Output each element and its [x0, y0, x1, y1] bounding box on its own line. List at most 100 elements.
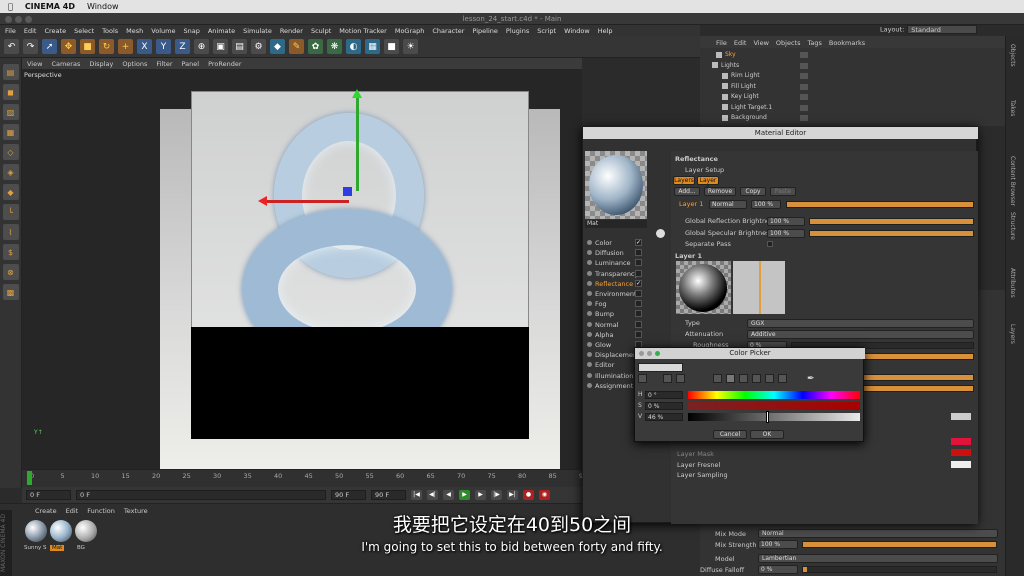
- mixer-mode-icon[interactable]: [752, 374, 761, 383]
- menu-item[interactable]: Window: [564, 27, 590, 35]
- object-row[interactable]: Rim Light: [712, 71, 1002, 81]
- goto-start-icon[interactable]: |◀: [411, 490, 422, 500]
- menu-item[interactable]: Animate: [208, 27, 235, 35]
- menu-item[interactable]: Snap: [183, 27, 199, 35]
- coord-system-icon[interactable]: ⊕: [194, 39, 209, 54]
- kelvin-mode-icon[interactable]: [739, 374, 748, 383]
- layout-selector[interactable]: Layout: Standard: [880, 25, 978, 34]
- channel-checkbox[interactable]: [635, 290, 642, 297]
- channel-checkbox[interactable]: [635, 310, 642, 318]
- menu-item[interactable]: Tools: [102, 27, 118, 35]
- camera-icon[interactable]: ■: [384, 39, 399, 54]
- global-reflection-field[interactable]: 100 %: [767, 217, 805, 226]
- layer-mask-header[interactable]: Layer Mask: [677, 449, 714, 459]
- visibility-dots-icon[interactable]: [800, 104, 808, 111]
- side-tab[interactable]: Structure: [1009, 212, 1016, 240]
- deformer-icon[interactable]: ◐: [346, 39, 361, 54]
- current-frame-field[interactable]: 0 F: [26, 490, 71, 500]
- object-menu-item[interactable]: Tags: [807, 39, 821, 48]
- hsv-mode-icon[interactable]: [726, 374, 735, 383]
- object-row[interactable]: Sky: [712, 50, 1002, 60]
- value-slider-handle[interactable]: [766, 411, 770, 423]
- workplane-icon[interactable]: ▦: [2, 124, 19, 140]
- timeline[interactable]: 051015202530354045505560657075808590: [22, 469, 587, 487]
- polygons-mode-icon[interactable]: ◆: [2, 184, 19, 200]
- viewport[interactable]: Perspective Y↑: [22, 69, 582, 469]
- object-row[interactable]: Lights: [712, 61, 1002, 71]
- menu-item[interactable]: Help: [598, 27, 613, 35]
- scale-tool-icon[interactable]: ■: [80, 39, 95, 54]
- saturation-slider[interactable]: [688, 402, 860, 410]
- menu-item[interactable]: Mesh: [126, 27, 143, 35]
- material-preview-sphere[interactable]: [589, 155, 643, 215]
- object-row[interactable]: Light Target.1: [712, 103, 1002, 113]
- object-menu-item[interactable]: View: [753, 39, 768, 48]
- image-picker-icon[interactable]: [676, 374, 685, 383]
- object-menu-item[interactable]: Edit: [734, 39, 747, 48]
- layer-name[interactable]: Layer 1: [679, 199, 703, 209]
- channel-checkbox[interactable]: ✓: [635, 239, 642, 246]
- layer-opacity-slider[interactable]: [786, 201, 974, 208]
- menu-item[interactable]: Sculpt: [311, 27, 331, 35]
- zoom-dot-icon[interactable]: [655, 351, 660, 356]
- layer-fresnel-header[interactable]: Layer Fresnel: [677, 460, 720, 470]
- rotate-tool-icon[interactable]: ↻: [99, 39, 114, 54]
- visibility-dots-icon[interactable]: [800, 115, 808, 121]
- play-icon[interactable]: ▶: [459, 490, 470, 500]
- step-forward-icon[interactable]: ▶: [475, 490, 486, 500]
- z-axis-handle[interactable]: [343, 187, 352, 196]
- rgb-mode-icon[interactable]: [713, 374, 722, 383]
- channel-checkbox[interactable]: [635, 269, 642, 277]
- saturation-field[interactable]: 0 %: [645, 402, 683, 410]
- hue-field[interactable]: 0 °: [645, 391, 683, 399]
- viewport-menu-item[interactable]: ProRender: [208, 60, 241, 68]
- zoom-dot-icon[interactable]: [25, 16, 32, 23]
- playhead[interactable]: [27, 471, 32, 485]
- global-specular-field[interactable]: 100 %: [767, 229, 805, 238]
- prev-key-icon[interactable]: ◀|: [427, 490, 438, 500]
- next-key-icon[interactable]: |▶: [491, 490, 502, 500]
- spectrum-icon[interactable]: [663, 374, 672, 383]
- viewport-menu-item[interactable]: Panel: [182, 60, 200, 68]
- close-dot-icon[interactable]: [5, 16, 12, 23]
- layer-sampling-header[interactable]: Layer Sampling: [677, 470, 728, 480]
- x-axis-handle[interactable]: [264, 200, 349, 203]
- menu-item[interactable]: MoGraph: [395, 27, 425, 35]
- select-tool-icon[interactable]: ➚: [42, 39, 57, 54]
- snap-icon[interactable]: $: [2, 244, 19, 260]
- material-name-field[interactable]: Mat: [585, 220, 647, 228]
- diffuse-falloff-field[interactable]: 0 %: [758, 565, 798, 574]
- object-menu-item[interactable]: File: [716, 39, 727, 48]
- goto-end-icon[interactable]: ▶|: [507, 490, 518, 500]
- object-menu-item[interactable]: Objects: [776, 39, 801, 48]
- z-axis-icon[interactable]: Z: [175, 39, 190, 54]
- side-tab[interactable]: Attributes: [1009, 268, 1016, 298]
- autokey-icon[interactable]: ◉: [539, 490, 550, 500]
- channel-checkbox[interactable]: [635, 249, 642, 257]
- object-row[interactable]: Key Light: [712, 92, 1002, 102]
- viewport-menu-item[interactable]: Options: [122, 60, 147, 68]
- visibility-dots-icon[interactable]: [800, 73, 808, 79]
- visibility-dots-icon[interactable]: [800, 62, 808, 69]
- app-menu[interactable]: CINEMA 4D: [25, 2, 75, 11]
- y-axis-handle[interactable]: [356, 93, 359, 191]
- paste-layer-button[interactable]: Paste: [770, 187, 796, 196]
- floor-icon[interactable]: ▦: [365, 39, 380, 54]
- color-wheel-icon[interactable]: [638, 374, 647, 383]
- object-row[interactable]: Background: [712, 113, 1002, 123]
- visibility-dots-icon[interactable]: [800, 83, 808, 90]
- y-axis-icon[interactable]: Y: [156, 39, 171, 54]
- visibility-dots-icon[interactable]: [800, 94, 808, 100]
- undo-icon[interactable]: ↶: [4, 39, 19, 54]
- apple-icon[interactable]: : [8, 2, 13, 11]
- record-icon[interactable]: ●: [523, 490, 534, 500]
- model-mode-icon[interactable]: ◼: [2, 84, 19, 100]
- attenuation-select[interactable]: Additive: [747, 330, 974, 339]
- palette-icon[interactable]: [778, 374, 787, 383]
- channel-checkbox[interactable]: ✓: [635, 279, 642, 287]
- channel-checkbox[interactable]: [635, 259, 642, 267]
- type-select[interactable]: GGX: [747, 319, 974, 328]
- viewport-menu-item[interactable]: View: [27, 60, 42, 68]
- end-frame-field[interactable]: 90 F: [331, 490, 366, 500]
- color-swatch-white[interactable]: [951, 461, 971, 468]
